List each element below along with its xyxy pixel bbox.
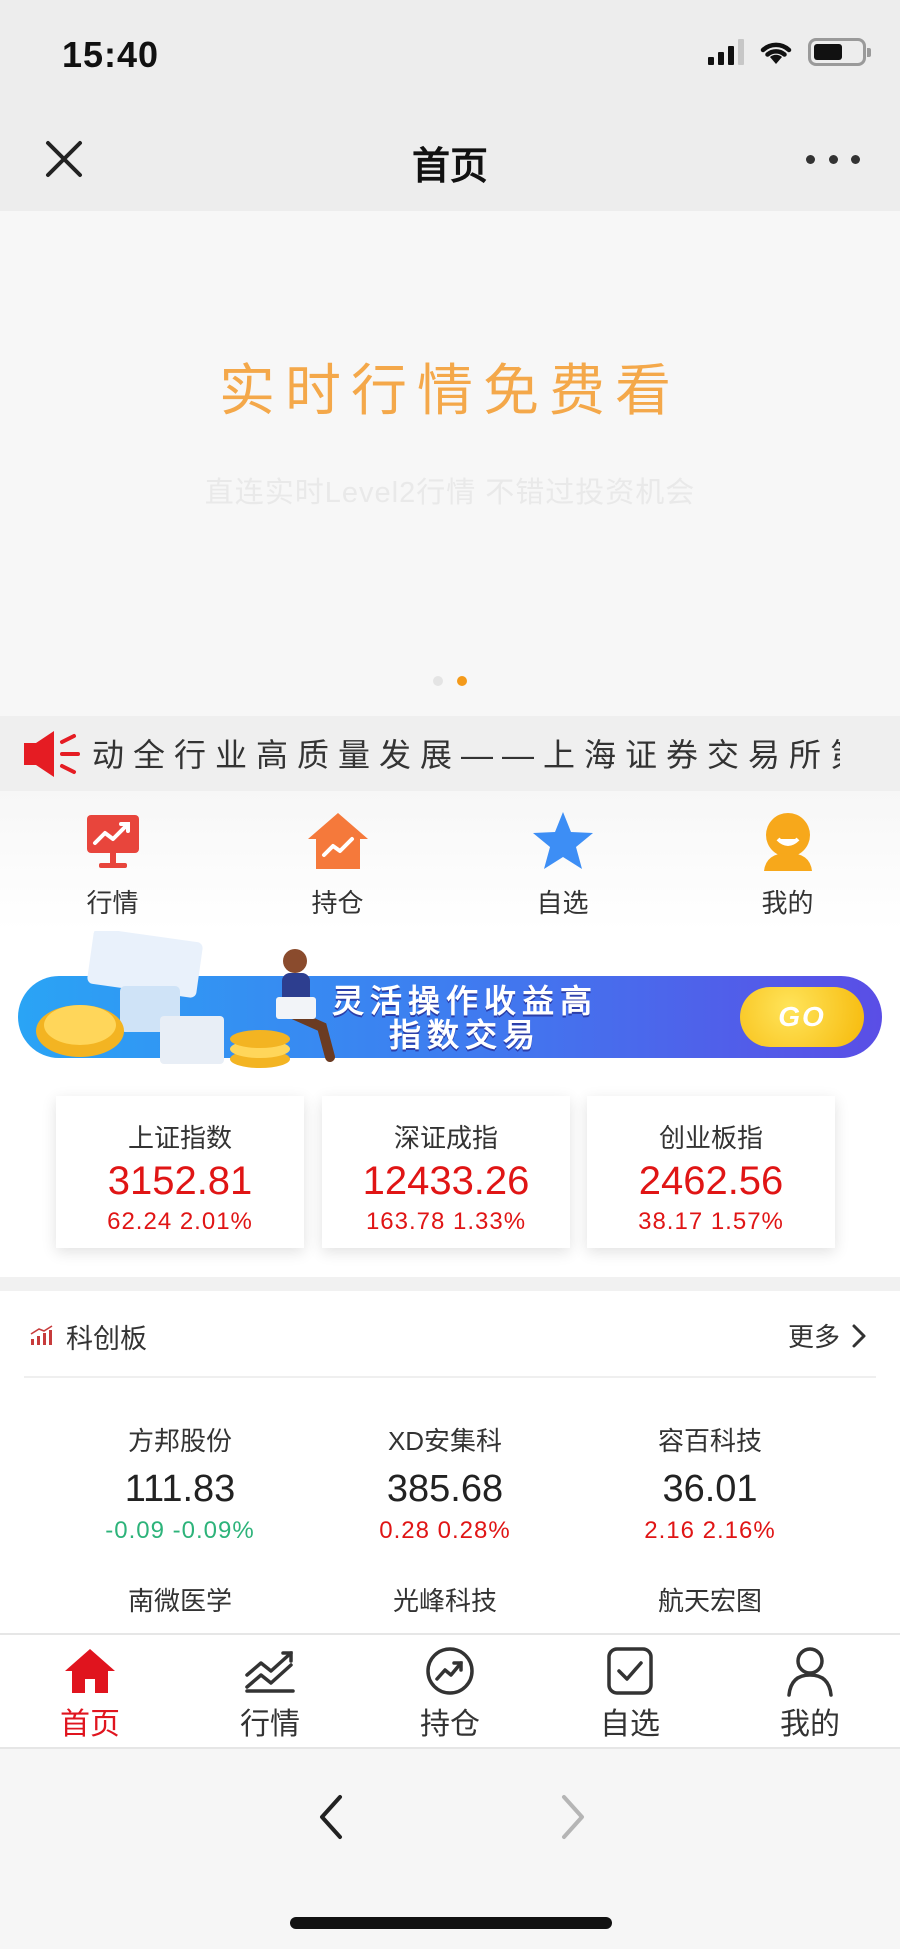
home-icon bbox=[65, 1649, 115, 1693]
index-name: 深证成指 bbox=[393, 1123, 498, 1153]
stock-price: 111.83 bbox=[124, 1468, 236, 1510]
quick-label: 我的 bbox=[761, 888, 814, 918]
index-card-sh[interactable]: 上证指数 3152.81 62.24 2.01% bbox=[56, 1096, 304, 1248]
stock-change: -0.09 -0.09% bbox=[105, 1517, 255, 1544]
back-arrow-icon[interactable] bbox=[312, 1789, 352, 1845]
index-card-cyb[interactable]: 创业板指 2462.56 38.17 1.57% bbox=[587, 1096, 835, 1248]
more-link[interactable]: 更多 bbox=[788, 1317, 870, 1354]
index-value: 2462.56 bbox=[638, 1159, 784, 1203]
quick-item-watchlist[interactable]: 自选 bbox=[450, 791, 675, 931]
status-time: 15:40 bbox=[62, 34, 160, 75]
stock-change: 2.16 2.16% bbox=[644, 1517, 776, 1544]
kechuang-section: 科创板 更多 方邦股份 111.83 -0.09 -0.09% XD安集科 38… bbox=[0, 1291, 900, 1633]
trend-circle-icon bbox=[426, 1647, 474, 1695]
stock-item[interactable]: 南微医学 bbox=[30, 1581, 330, 1618]
section-title: 科创板 bbox=[66, 1324, 147, 1354]
carousel-dot[interactable] bbox=[433, 676, 443, 686]
quick-label: 持仓 bbox=[311, 888, 364, 918]
stock-price: 36.01 bbox=[662, 1468, 758, 1510]
tab-home[interactable]: 首页 bbox=[0, 1635, 180, 1749]
bar-chart-icon bbox=[30, 1325, 53, 1345]
marquee-text: 动全行业高质量发展——上海证券交易所第 bbox=[92, 737, 840, 773]
stock-price: 385.68 bbox=[386, 1468, 504, 1510]
status-bar: 15:40 bbox=[0, 0, 900, 105]
tab-watchlist[interactable]: 自选 bbox=[540, 1635, 720, 1749]
carousel-dots bbox=[0, 676, 900, 686]
stock-item[interactable]: 航天宏图 bbox=[560, 1581, 860, 1618]
stock-name: 容百科技 bbox=[657, 1426, 762, 1456]
stock-item[interactable]: XD安集科 385.68 0.28 0.28% bbox=[295, 1421, 595, 1545]
quick-menu: 行情 持仓 自选 我的 bbox=[0, 791, 900, 931]
stock-item[interactable]: 方邦股份 111.83 -0.09 -0.09% bbox=[30, 1421, 330, 1545]
stock-name: 光峰科技 bbox=[392, 1586, 497, 1616]
more-label: 更多 bbox=[787, 1322, 840, 1352]
tab-market[interactable]: 行情 bbox=[180, 1635, 360, 1749]
speaker-icon bbox=[24, 731, 80, 777]
stock-name: 方邦股份 bbox=[127, 1426, 232, 1456]
tab-label: 首页 bbox=[60, 1708, 120, 1741]
quick-label: 自选 bbox=[536, 888, 589, 918]
stock-name: XD安集科 bbox=[387, 1426, 503, 1456]
index-value: 3152.81 bbox=[107, 1159, 253, 1203]
banner-title: 实时行情免费看 bbox=[219, 359, 681, 422]
tab-mine[interactable]: 我的 bbox=[720, 1635, 900, 1749]
stock-name: 南微医学 bbox=[127, 1586, 232, 1616]
tab-bar: 首页 行情 持仓 自选 我的 bbox=[0, 1633, 900, 1749]
banner-subtitle: 直连实时Level2行情 不错过投资机会 bbox=[204, 477, 696, 509]
stock-name: 航天宏图 bbox=[657, 1586, 762, 1616]
house-chart-icon bbox=[307, 813, 368, 869]
banner-carousel[interactable]: 实时行情免费看 直连实时Level2行情 不错过投资机会 bbox=[0, 211, 900, 716]
index-change: 38.17 1.57% bbox=[638, 1208, 784, 1235]
tab-label: 持仓 bbox=[420, 1708, 480, 1741]
tab-label: 自选 bbox=[600, 1708, 660, 1741]
stock-item[interactable]: 容百科技 36.01 2.16 2.16% bbox=[560, 1421, 860, 1545]
chart-monitor-icon bbox=[86, 815, 139, 868]
section-divider bbox=[0, 1277, 900, 1291]
wifi-icon bbox=[760, 42, 792, 64]
forward-arrow-icon[interactable] bbox=[552, 1789, 592, 1845]
index-name: 创业板指 bbox=[658, 1123, 763, 1153]
quick-item-market[interactable]: 行情 bbox=[0, 791, 225, 931]
news-marquee[interactable]: 动全行业高质量发展——上海证券交易所第 bbox=[0, 716, 900, 791]
checkbox-icon bbox=[607, 1647, 653, 1695]
tab-holdings[interactable]: 持仓 bbox=[360, 1635, 540, 1749]
battery-icon bbox=[808, 38, 871, 66]
tab-label: 行情 bbox=[240, 1708, 300, 1741]
home-indicator bbox=[290, 1917, 612, 1929]
chevron-right-icon bbox=[852, 1324, 866, 1347]
index-cards: 上证指数 3152.81 62.24 2.01% 深证成指 12433.26 1… bbox=[0, 1071, 900, 1277]
status-icons bbox=[708, 38, 871, 66]
stock-item[interactable]: 光峰科技 bbox=[295, 1581, 595, 1618]
index-name: 上证指数 bbox=[127, 1123, 232, 1153]
user-icon bbox=[763, 813, 812, 871]
trend-chart-icon bbox=[245, 1651, 295, 1693]
section-header: 科创板 更多 bbox=[24, 1291, 876, 1378]
quick-label: 行情 bbox=[86, 888, 139, 918]
index-value: 12433.26 bbox=[362, 1159, 530, 1203]
stock-change: 0.28 0.28% bbox=[379, 1517, 511, 1544]
nav-bar: 首页 bbox=[0, 105, 900, 211]
quick-item-mine[interactable]: 我的 bbox=[675, 791, 900, 931]
quick-item-holdings[interactable]: 持仓 bbox=[225, 791, 450, 931]
page-title: 首页 bbox=[411, 146, 488, 188]
star-icon bbox=[532, 812, 593, 869]
index-card-sz[interactable]: 深证成指 12433.26 163.78 1.33% bbox=[322, 1096, 570, 1248]
go-button[interactable]: GO bbox=[740, 987, 864, 1047]
index-change: 163.78 1.33% bbox=[365, 1208, 527, 1235]
cellular-signal-icon bbox=[708, 39, 744, 65]
tab-label: 我的 bbox=[780, 1708, 840, 1741]
ad-banner[interactable]: 灵活操作收益高 指数交易 GO bbox=[0, 931, 900, 1071]
index-change: 62.24 2.01% bbox=[107, 1208, 253, 1235]
browser-toolbar bbox=[0, 1749, 900, 1949]
carousel-dot-active[interactable] bbox=[457, 676, 467, 686]
user-outline-icon bbox=[787, 1647, 833, 1697]
more-options-icon[interactable] bbox=[806, 135, 860, 183]
